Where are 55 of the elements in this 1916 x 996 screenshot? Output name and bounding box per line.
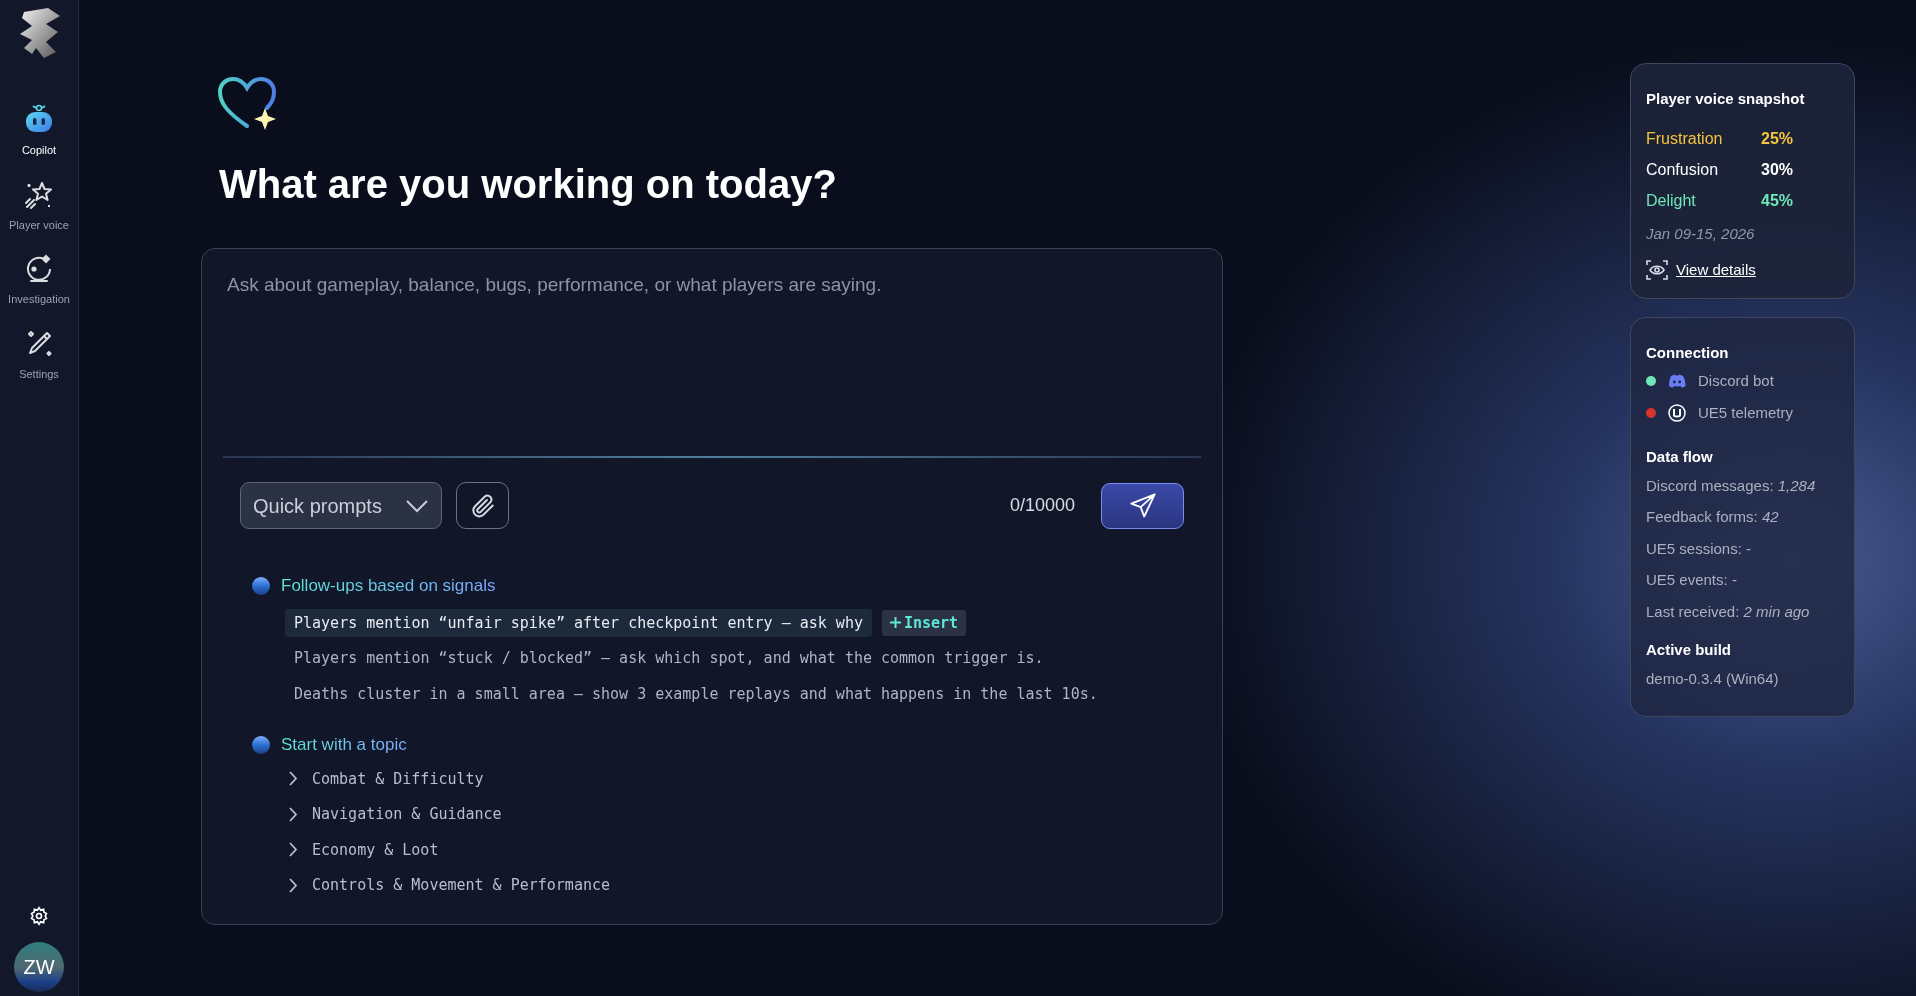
settings-button[interactable] <box>29 906 49 926</box>
chevron-down-icon <box>405 498 429 513</box>
orb-icon <box>251 575 271 596</box>
metric-value: 25% <box>1761 128 1794 149</box>
plus-icon <box>889 616 901 628</box>
data-flow-line: UE5 events: - <box>1646 570 1738 590</box>
suggestion-prompt[interactable]: Players mention “unfair spike” after checkpoint entry — ask why <box>285 608 872 637</box>
data-flow-line: Feedback forms: 42 <box>1646 507 1780 527</box>
section-title: Data flow <box>1646 447 1714 467</box>
game-controller-icon <box>1668 374 1686 389</box>
data-flow-line: Discord messages: 1,284 <box>1646 475 1817 496</box>
sidebar-nav-item[interactable]: Copilot <box>1 102 77 159</box>
prompt-input[interactable]: Ask about gameplay, balance, bugs, performance, or what players are saying. <box>223 271 1201 456</box>
view-details-link[interactable]: View details <box>1676 259 1756 282</box>
circle-u-icon <box>1668 403 1686 422</box>
metric-label: Delight <box>1646 190 1697 211</box>
data-flow-line: Last received: 2 min ago <box>1646 601 1811 622</box>
orb-icon <box>251 734 271 755</box>
build-version: demo-0.3.4 (Win64) <box>1646 668 1780 689</box>
card-title: Connection <box>1646 342 1730 363</box>
eye-icon <box>1646 260 1668 281</box>
chevron-right-icon <box>289 806 298 822</box>
connection-label: UE5 telemetry <box>1698 402 1794 423</box>
suggestion-prompt[interactable]: Players mention “stuck / blocked” — ask which spot, and what the common trigger is. <box>285 644 1053 673</box>
page-heading: What are you working on today? <box>219 164 838 204</box>
sidebar-nav-item[interactable]: Investigation <box>1 253 77 308</box>
metric-label: Frustration <box>1646 128 1724 149</box>
paperclip-icon <box>469 492 496 519</box>
send-button[interactable] <box>1101 482 1184 529</box>
section-title: Active build <box>1646 640 1732 660</box>
topic-item[interactable]: Navigation & Guidance <box>289 803 502 826</box>
metric-value: 30% <box>1761 159 1794 180</box>
insert-button[interactable]: Insert <box>881 609 967 636</box>
character-counter: 0/10000 <box>1009 494 1075 517</box>
topic-item[interactable]: Economy & Loot <box>289 838 439 861</box>
sidebar-nav-item[interactable]: Settings <box>1 327 77 382</box>
card-title: Player voice snapshot <box>1646 89 1806 109</box>
suggestion-prompt[interactable]: Deaths cluster in a small area — show 3 example replays and what happens in the last 10s. <box>285 679 1107 708</box>
chevron-right-icon <box>289 877 298 893</box>
data-flow-line: UE5 sessions: - <box>1646 538 1753 559</box>
topic-item[interactable]: Controls & Movement & Performance <box>289 874 610 897</box>
connection-label: Discord bot <box>1698 371 1774 391</box>
date-range: Jan 09-15, 2026 <box>1646 223 1756 244</box>
attach-button[interactable] <box>456 482 509 529</box>
topic-item[interactable]: Combat & Difficulty <box>289 767 484 790</box>
chevron-right-icon <box>289 771 298 787</box>
quick-prompts-dropdown[interactable]: Quick prompts <box>240 482 442 529</box>
send-icon <box>1127 491 1158 520</box>
metric-value: 45% <box>1761 190 1794 211</box>
sidebar-nav-item[interactable]: Player voice <box>1 178 77 233</box>
metric-label: Confusion <box>1646 159 1720 180</box>
heart-sparkle-icon <box>217 76 279 130</box>
user-avatar[interactable]: ZW <box>14 942 64 992</box>
settings-icon <box>29 906 49 926</box>
chevron-right-icon <box>289 842 298 858</box>
